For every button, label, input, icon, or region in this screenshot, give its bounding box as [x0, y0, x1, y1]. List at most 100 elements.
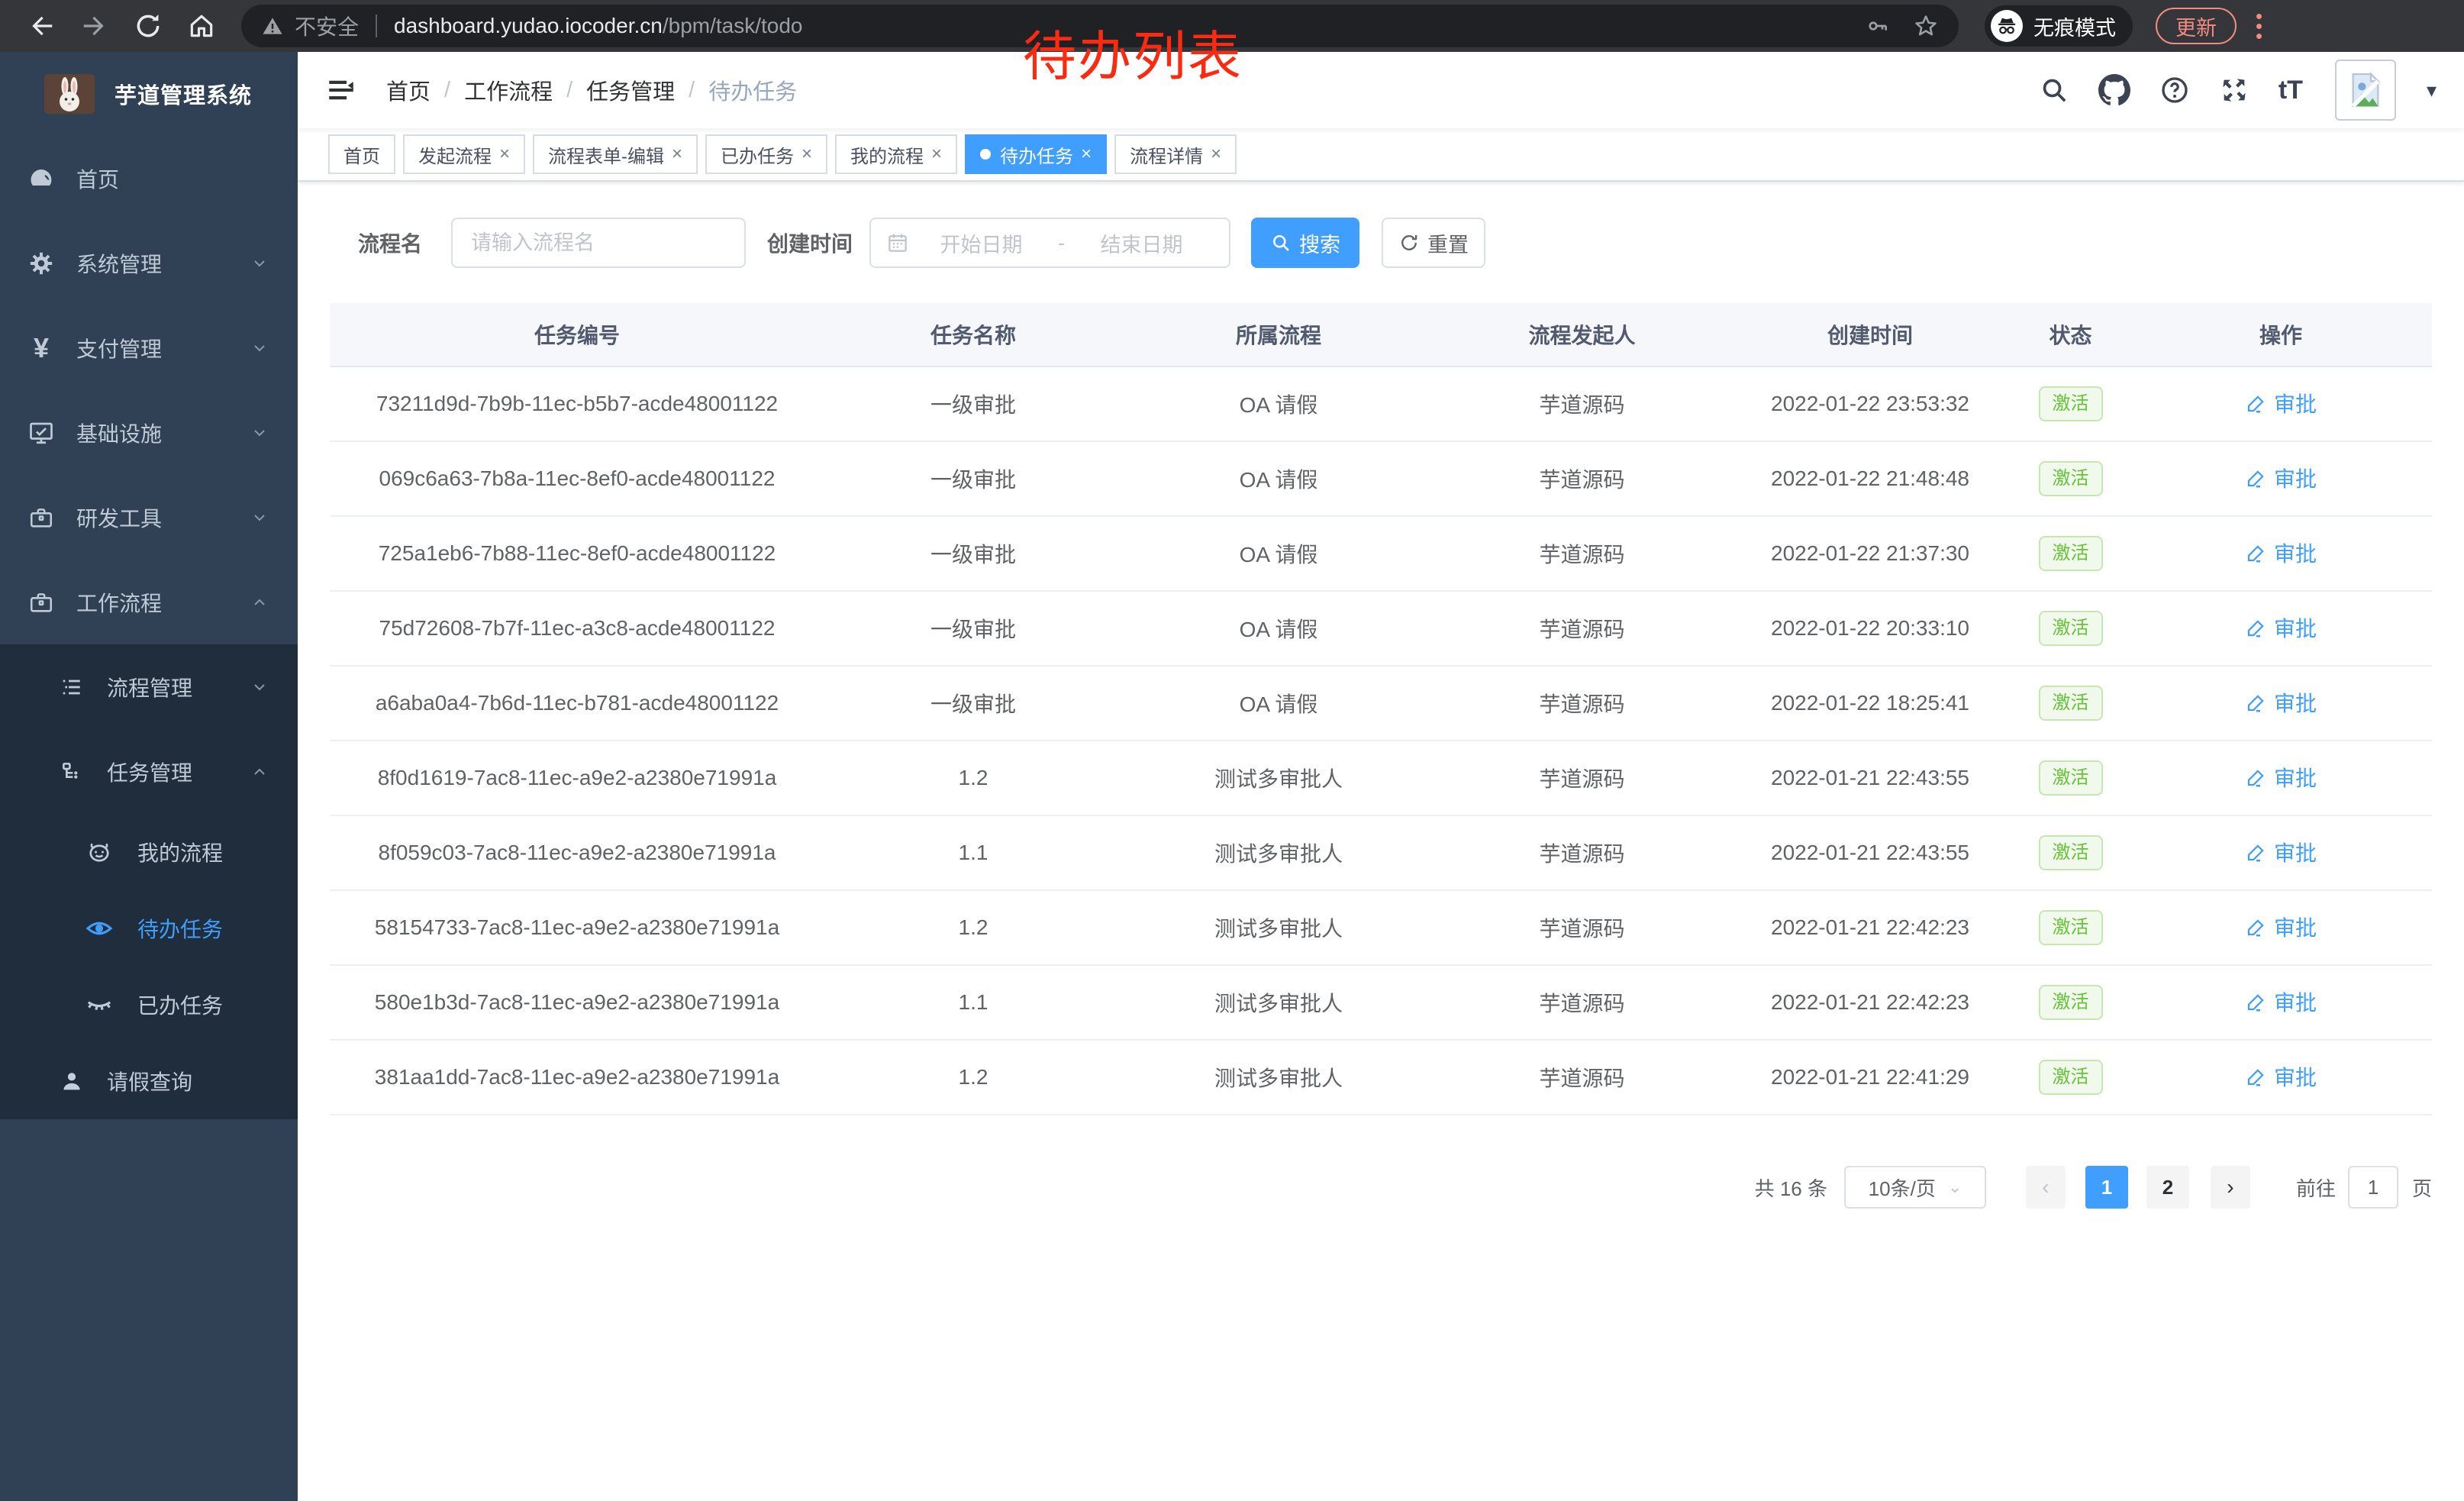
sidebar-item-infrastructure[interactable]: 基础设施	[0, 390, 298, 475]
tag-home[interactable]: 首页	[328, 134, 395, 174]
sidebar-item-label: 流程管理	[107, 672, 192, 702]
cell-process: 测试多审批人	[1122, 1062, 1435, 1093]
close-icon[interactable]: ×	[801, 144, 812, 165]
browser-menu-button[interactable]	[2256, 14, 2262, 39]
sidebar-item-workflow[interactable]: 工作流程	[0, 560, 298, 644]
chevron-down-icon	[250, 254, 269, 273]
table-row: 381aa1dd-7ac8-11ec-a9e2-a2380e71991a 1.2…	[330, 1041, 2432, 1115]
breadcrumb-task-mgmt[interactable]: 任务管理	[586, 74, 675, 106]
close-icon[interactable]: ×	[1081, 144, 1092, 165]
chrome-update-button[interactable]: 更新	[2156, 8, 2237, 44]
approve-button[interactable]: 审批	[2245, 912, 2317, 942]
cell-actions: 审批	[2130, 687, 2432, 719]
cell-actions: 审批	[2130, 837, 2432, 869]
filter-bar: 流程名 创建时间 开始日期 - 结束日期 搜索 重置	[330, 218, 2432, 268]
edit-pencil-icon	[2245, 691, 2268, 714]
fullscreen-icon[interactable]	[2219, 75, 2250, 105]
chevron-down-icon	[250, 678, 269, 696]
toolbox-icon	[26, 505, 56, 531]
cell-status: 激活	[2011, 1060, 2130, 1094]
back-arrow-icon	[27, 11, 56, 40]
font-size-icon[interactable]: tT	[2279, 76, 2303, 105]
breadcrumb-home[interactable]: 首页	[386, 74, 431, 106]
cell-task-name: 1.1	[824, 990, 1122, 1015]
caret-down-icon[interactable]: ▾	[2427, 79, 2437, 102]
cell-status: 激活	[2011, 536, 2130, 570]
cell-process: 测试多审批人	[1122, 912, 1435, 943]
tag-my-process[interactable]: 我的流程×	[835, 134, 957, 174]
cell-task-name: 一级审批	[824, 538, 1122, 569]
cell-actions: 审批	[2130, 388, 2432, 420]
sidebar-item-leave-query[interactable]: 请假查询	[0, 1043, 298, 1119]
sidebar-collapse-button[interactable]	[325, 74, 357, 106]
process-name-input[interactable]	[471, 231, 726, 255]
sidebar-item-devtools[interactable]: 研发工具	[0, 475, 298, 560]
cell-create-time: 2022-01-22 18:25:41	[1729, 691, 2011, 715]
sidebar-item-my-process[interactable]: 我的流程	[0, 814, 298, 890]
breadcrumb-workflow[interactable]: 工作流程	[464, 74, 553, 106]
help-icon[interactable]	[2159, 75, 2190, 105]
sidebar-item-home[interactable]: 首页	[0, 136, 298, 221]
goto-page-input[interactable]	[2348, 1166, 2398, 1209]
page-content: 流程名 创建时间 开始日期 - 结束日期 搜索 重置	[298, 182, 2464, 1501]
sidebar-item-system[interactable]: 系统管理	[0, 221, 298, 305]
edit-pencil-icon	[2245, 841, 2268, 863]
approve-button[interactable]: 审批	[2245, 463, 2317, 493]
approve-button[interactable]: 审批	[2245, 762, 2317, 792]
sidebar-item-task-mgmt[interactable]: 任务管理	[0, 729, 298, 814]
table-row: a6aba0a4-7b6d-11ec-b781-acde48001122 一级审…	[330, 667, 2432, 741]
approve-button[interactable]: 审批	[2245, 388, 2317, 418]
page-1-button[interactable]: 1	[2085, 1166, 2128, 1209]
status-badge: 激活	[2039, 985, 2103, 1019]
sidebar-logo-row[interactable]: 芋道管理系统	[0, 52, 298, 136]
approve-button[interactable]: 审批	[2245, 837, 2317, 867]
close-icon[interactable]: ×	[1211, 144, 1221, 165]
date-range-picker[interactable]: 开始日期 - 结束日期	[869, 218, 1230, 268]
bookmark-star-icon[interactable]	[1913, 13, 1939, 39]
search-button[interactable]: 搜索	[1251, 218, 1359, 268]
next-page-button[interactable]: ›	[2211, 1166, 2250, 1209]
cell-task-name: 1.2	[824, 915, 1122, 940]
close-icon[interactable]: ×	[499, 144, 510, 165]
home-button[interactable]	[180, 5, 223, 47]
approve-button[interactable]: 审批	[2245, 687, 2317, 718]
close-icon[interactable]: ×	[931, 144, 942, 165]
forward-button[interactable]	[73, 5, 116, 47]
cell-status: 激活	[2011, 686, 2130, 720]
approve-button[interactable]: 审批	[2245, 1061, 2317, 1092]
github-icon[interactable]	[2098, 74, 2130, 106]
tag-todo-tasks-active[interactable]: 待办任务×	[965, 134, 1107, 174]
cell-create-time: 2022-01-21 22:42:23	[1729, 990, 2011, 1015]
sidebar-item-todo-tasks[interactable]: 待办任务	[0, 890, 298, 967]
prev-page-button[interactable]: ‹	[2026, 1166, 2066, 1209]
sidebar-item-payment[interactable]: ¥ 支付管理	[0, 305, 298, 390]
tag-process-detail[interactable]: 流程详情×	[1114, 134, 1237, 174]
password-key-icon[interactable]	[1866, 14, 1890, 38]
end-date-placeholder: 结束日期	[1069, 228, 1214, 258]
col-starter: 流程发起人	[1435, 319, 1729, 350]
reset-button[interactable]: 重置	[1382, 218, 1485, 268]
page-2-button[interactable]: 2	[2146, 1166, 2189, 1209]
security-label: 不安全	[295, 11, 359, 41]
approve-button[interactable]: 审批	[2245, 612, 2317, 643]
broken-image-icon	[2344, 69, 2387, 111]
approve-button[interactable]: 审批	[2245, 537, 2317, 568]
avatar[interactable]	[2335, 60, 2396, 121]
home-icon	[187, 11, 216, 40]
yen-icon: ¥	[26, 332, 56, 364]
page-size-select[interactable]: 10条/页 ⌄	[1844, 1166, 1986, 1209]
sidebar-item-label: 系统管理	[76, 248, 162, 279]
sidebar-item-done-tasks[interactable]: 已办任务	[0, 967, 298, 1043]
sidebar-item-process-mgmt[interactable]: 流程管理	[0, 644, 298, 729]
search-icon[interactable]	[2039, 75, 2069, 105]
approve-button[interactable]: 审批	[2245, 986, 2317, 1017]
tag-start-process[interactable]: 发起流程×	[403, 134, 525, 174]
start-date-placeholder: 开始日期	[909, 228, 1053, 258]
tag-done-tasks[interactable]: 已办任务×	[705, 134, 827, 174]
back-button[interactable]	[20, 5, 63, 47]
close-icon[interactable]: ×	[672, 144, 682, 165]
app-title: 芋道管理系统	[114, 78, 252, 110]
tag-form-edit[interactable]: 流程表单-编辑×	[533, 134, 698, 174]
list-tree-icon	[56, 675, 87, 699]
reload-button[interactable]	[127, 5, 169, 47]
